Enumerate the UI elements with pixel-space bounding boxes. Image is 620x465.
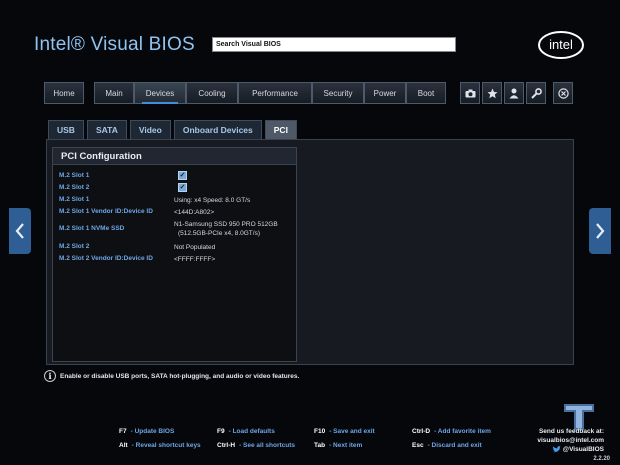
twitter-icon <box>552 445 561 452</box>
setting-label: M.2 Slot 2 <box>59 184 90 191</box>
nav-cooling[interactable]: Cooling <box>186 82 238 104</box>
setting-value: <FFFF:FFFF> <box>174 256 216 263</box>
device-tabs: USB SATA Video Onboard Devices PCI <box>48 120 297 139</box>
chevron-right-icon <box>596 223 605 239</box>
setting-label: M.2 Slot 1 Vendor ID:Device ID <box>59 208 153 215</box>
hint-alt: Alt - Reveal shortcut keys <box>119 442 201 449</box>
setting-label: M.2 Slot 2 Vendor ID:Device ID <box>59 255 153 262</box>
next-page-arrow[interactable] <box>589 208 611 254</box>
feedback-block: Send us feedback at: visualbios@intel.co… <box>537 427 604 454</box>
main-tabs: Main Devices Cooling Performance Securit… <box>94 82 446 104</box>
hint-tab: Tab - Next item <box>314 442 363 449</box>
nav-home[interactable]: Home <box>44 82 84 104</box>
nav-main[interactable]: Main <box>94 82 134 104</box>
tab-sata[interactable]: SATA <box>86 120 127 139</box>
search-input[interactable]: Search Visual BIOS <box>212 37 456 52</box>
prev-page-arrow[interactable] <box>9 208 31 254</box>
icon-toolbar <box>460 82 548 104</box>
panel-title: PCI Configuration <box>53 148 296 165</box>
svg-text:intel: intel <box>549 37 573 52</box>
hint-f10: F10- Save and exit <box>314 428 375 435</box>
hint-f9: F9- Load defaults <box>217 428 275 435</box>
nav-performance[interactable]: Performance <box>238 82 312 104</box>
nav-security[interactable]: Security <box>312 82 364 104</box>
m2-slot2-checkbox[interactable]: ✓ <box>178 183 187 192</box>
tab-video[interactable]: Video <box>129 120 171 139</box>
intel-logo: intel <box>538 31 584 59</box>
twitter-handle[interactable]: @VisualBIOS <box>537 445 604 454</box>
info-icon: i <box>44 370 56 382</box>
setting-label: M.2 Slot 1 <box>59 172 90 179</box>
main-nav: Home <box>44 82 84 104</box>
setting-value: N1-Samsung SSD 950 PRO 512GB <box>174 221 278 228</box>
setting-value-detail: (512.5GB-PCIe x4, 8.0GT/s) <box>178 230 261 237</box>
m2-slot1-checkbox[interactable]: ✓ <box>178 171 187 180</box>
feedback-email[interactable]: visualbios@intel.com <box>537 436 604 445</box>
nav-devices[interactable]: Devices <box>134 82 186 104</box>
camera-icon[interactable] <box>460 82 480 104</box>
star-icon[interactable] <box>482 82 502 104</box>
tab-pci[interactable]: PCI <box>264 120 297 139</box>
setting-label: M.2 Slot 1 <box>59 196 90 203</box>
close-icon[interactable] <box>553 82 573 104</box>
setting-label: M.2 Slot 1 NVMe SSD <box>59 225 125 232</box>
setting-label: M.2 Slot 2 <box>59 243 90 250</box>
wrench-icon[interactable] <box>526 82 546 104</box>
hint-ctrl-h: Ctrl-H - See all shortcuts <box>217 442 296 449</box>
hint-esc: Esc - Discard and exit <box>412 442 482 449</box>
setting-value: Using: x4 Speed: 8.0 GT/s <box>174 197 251 204</box>
tab-usb[interactable]: USB <box>48 120 84 139</box>
user-icon[interactable] <box>504 82 524 104</box>
help-text: Enable or disable USB ports, SATA hot-pl… <box>60 372 300 380</box>
setting-value: <144D:A802> <box>174 209 215 216</box>
feedback-label: Send us feedback at: <box>538 428 604 435</box>
help-bar: i Enable or disable USB ports, SATA hot-… <box>44 370 299 382</box>
nav-power[interactable]: Power <box>364 82 406 104</box>
version-label: 2.2.20 <box>593 456 610 462</box>
hint-f7: F7- Update BIOS <box>119 428 175 435</box>
pci-config-panel: PCI Configuration M.2 Slot 1 ✓ M.2 Slot … <box>52 147 297 362</box>
hint-ctrl-d: Ctrl-D - Add favorite item <box>412 428 491 435</box>
setting-value: Not Populated <box>174 244 216 251</box>
chevron-left-icon <box>15 223 24 239</box>
app-title: Intel® Visual BIOS <box>34 34 195 55</box>
nav-boot[interactable]: Boot <box>406 82 446 104</box>
tab-onboard-devices[interactable]: Onboard Devices <box>173 120 262 139</box>
